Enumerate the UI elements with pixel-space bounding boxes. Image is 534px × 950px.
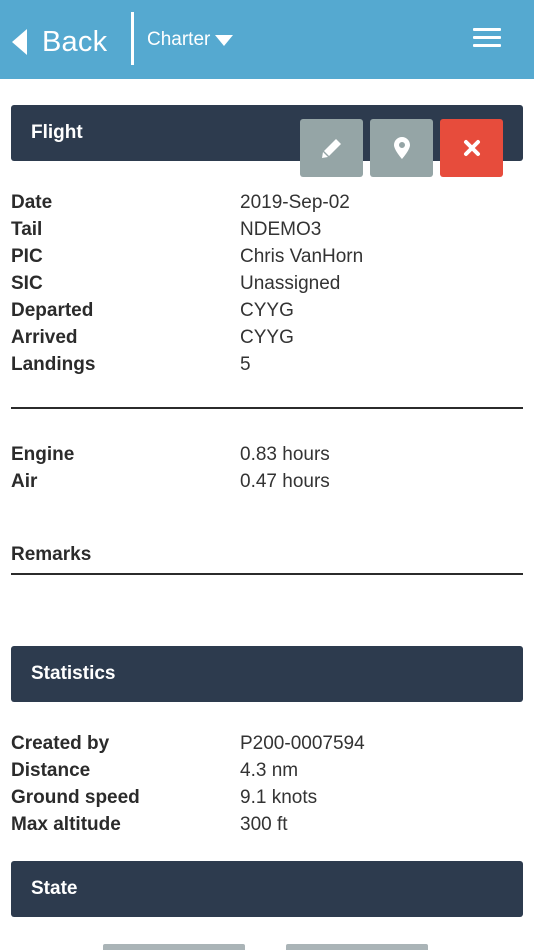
stat-value: P200-0007594 [240, 733, 365, 754]
detail-label: Tail [11, 219, 43, 240]
detail-value: CYYG [240, 300, 294, 321]
time-value: 0.47 hours [240, 471, 330, 492]
detail-label: Arrived [11, 327, 78, 348]
detail-value: Chris VanHorn [240, 246, 364, 267]
header-divider [131, 12, 134, 65]
stat-label: Distance [11, 760, 91, 781]
stat-label: Ground speed [11, 787, 140, 808]
detail-value: CYYG [240, 327, 294, 348]
detail-label: SIC [11, 273, 43, 294]
state-section-header: State [11, 861, 523, 917]
detail-label: Date [11, 192, 53, 213]
remarks-heading: Remarks [11, 544, 92, 565]
state-button-right[interactable] [286, 944, 428, 950]
stat-value: 9.1 knots [240, 787, 318, 808]
chevron-left-icon [12, 29, 27, 55]
detail-value: 2019-Sep-02 [240, 192, 350, 213]
time-label: Engine [11, 444, 75, 465]
back-label: Back [42, 25, 108, 58]
detail-label: Landings [11, 354, 96, 375]
flight-section-title: Flight [31, 122, 83, 143]
detail-value: 5 [240, 354, 251, 375]
statistics-section-title: Statistics [31, 663, 116, 684]
back-button[interactable]: Back [12, 22, 107, 62]
remarks-divider [11, 573, 523, 575]
stat-label: Max altitude [11, 814, 121, 835]
map-button[interactable] [370, 119, 433, 177]
detail-value: NDEMO3 [240, 219, 322, 240]
edit-button[interactable] [300, 119, 363, 177]
charter-dropdown-label: Charter [147, 29, 211, 50]
top-bar: Back Charter [0, 0, 534, 79]
section-divider [11, 407, 523, 409]
detail-label: PIC [11, 246, 43, 267]
hamburger-menu-icon[interactable] [471, 24, 503, 50]
detail-label: Departed [11, 300, 94, 321]
delete-button[interactable] [440, 119, 503, 177]
stat-value: 4.3 nm [240, 760, 299, 781]
map-pin-icon [393, 137, 410, 159]
state-section-title: State [31, 878, 78, 899]
close-icon [463, 140, 480, 156]
statistics-section-header: Statistics [11, 646, 523, 702]
charter-dropdown[interactable]: Charter [147, 26, 234, 54]
stat-label: Created by [11, 733, 110, 754]
time-label: Air [11, 471, 38, 492]
stat-value: 300 ft [240, 814, 288, 835]
pencil-icon [321, 139, 341, 158]
state-button-left[interactable] [103, 944, 245, 950]
caret-down-icon [215, 34, 234, 46]
time-value: 0.83 hours [240, 444, 330, 465]
detail-value: Unassigned [240, 273, 341, 294]
